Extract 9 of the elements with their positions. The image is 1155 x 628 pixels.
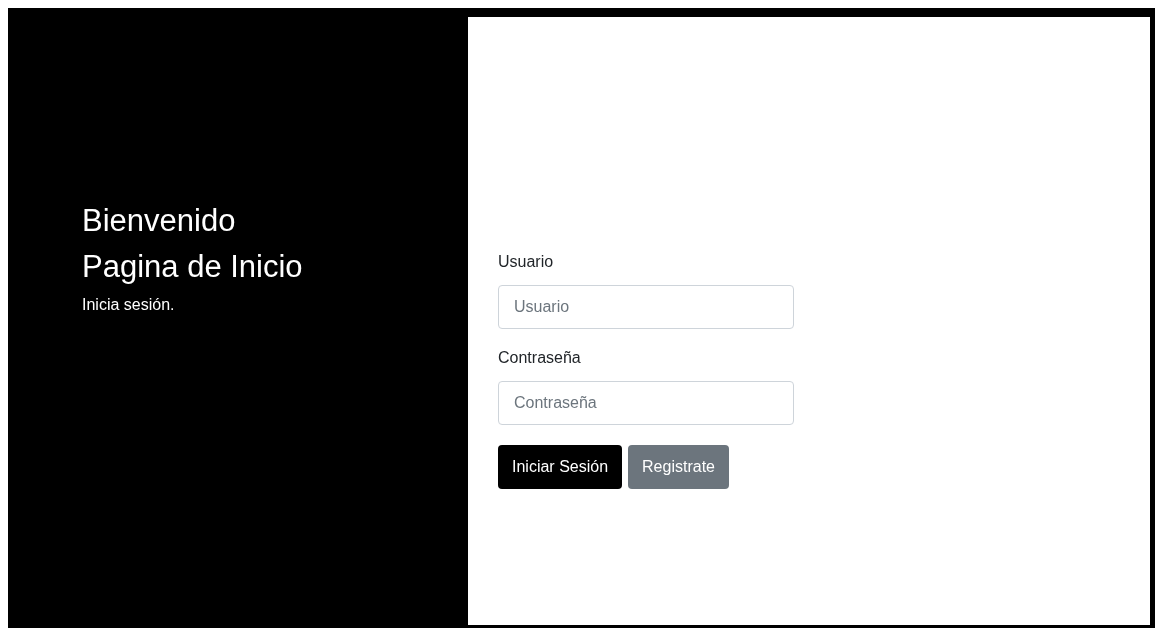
field-label: Contraseña [498, 349, 582, 367]
field-label: Usuario [498, 253, 555, 271]
username-field[interactable]: Usuario [498, 285, 794, 329]
register-button[interactable]: Registrate [628, 445, 729, 489]
password-field[interactable]: Contraseña [498, 381, 794, 425]
welcome-subtitle: Pagina de Inicio [82, 248, 303, 286]
login-button[interactable]: Iniciar Sesión [498, 445, 623, 489]
welcome-text: Inicia sesión. [82, 296, 176, 314]
welcome-title: Bienvenido [82, 202, 237, 240]
